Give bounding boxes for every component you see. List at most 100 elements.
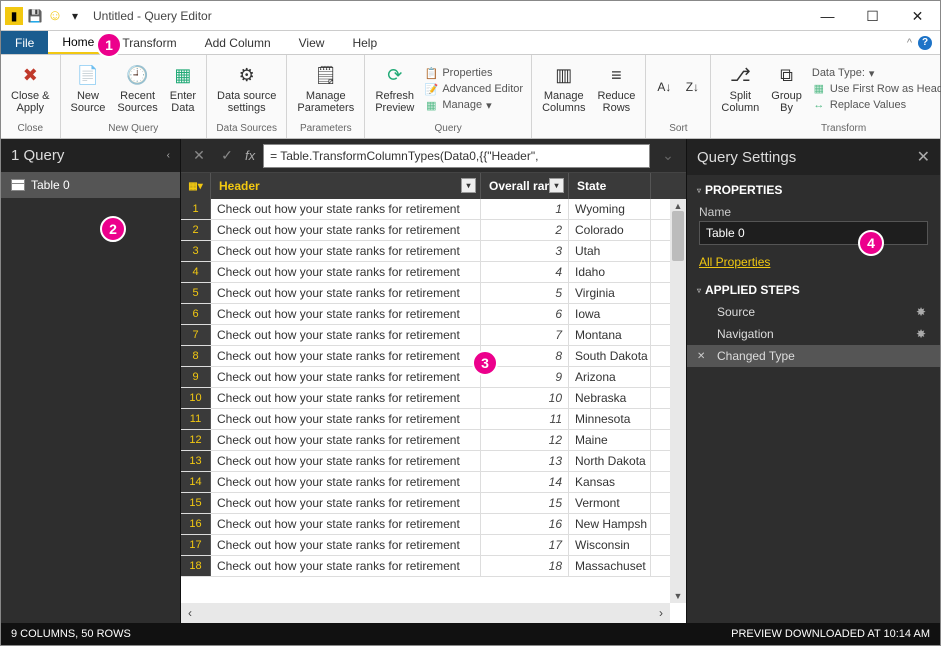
- cell-state[interactable]: Utah: [569, 241, 651, 261]
- cell-state[interactable]: Kansas: [569, 472, 651, 492]
- data-type-button[interactable]: Data Type: ▾: [808, 66, 941, 81]
- cell-state[interactable]: Vermont: [569, 493, 651, 513]
- cell-header[interactable]: Check out how your state ranks for retir…: [211, 556, 481, 576]
- vertical-scrollbar[interactable]: ▲ ▼: [670, 199, 686, 603]
- gear-icon[interactable]: ✸: [916, 305, 926, 319]
- cell-rank[interactable]: 7: [481, 325, 569, 345]
- sort-desc-button[interactable]: Z↓: [678, 57, 706, 121]
- maximize-button[interactable]: ☐: [850, 1, 895, 31]
- cell-rank[interactable]: 17: [481, 535, 569, 555]
- table-row[interactable]: 15Check out how your state ranks for ret…: [181, 493, 686, 514]
- table-row[interactable]: 9Check out how your state ranks for reti…: [181, 367, 686, 388]
- cell-header[interactable]: Check out how your state ranks for retir…: [211, 241, 481, 261]
- cell-state[interactable]: Nebraska: [569, 388, 651, 408]
- tab-file[interactable]: File: [1, 31, 48, 54]
- cell-state[interactable]: Idaho: [569, 262, 651, 282]
- replace-values-button[interactable]: ↔Replace Values: [808, 97, 941, 113]
- split-column-button[interactable]: ⎇Split Column: [715, 57, 765, 121]
- tab-help[interactable]: Help: [338, 31, 391, 54]
- scroll-thumb[interactable]: [672, 211, 684, 261]
- new-source-button[interactable]: 📄New Source: [65, 57, 112, 121]
- help-icon[interactable]: ?: [918, 36, 932, 50]
- recent-sources-button[interactable]: 🕘Recent Sources: [111, 57, 163, 121]
- formula-expand-icon[interactable]: ⌄: [658, 147, 678, 164]
- formula-cancel-icon[interactable]: ✕: [189, 147, 209, 164]
- scroll-down-icon[interactable]: ▼: [670, 589, 686, 603]
- cell-header[interactable]: Check out how your state ranks for retir…: [211, 493, 481, 513]
- gear-icon[interactable]: ✸: [916, 327, 926, 341]
- table-row[interactable]: 14Check out how your state ranks for ret…: [181, 472, 686, 493]
- table-row[interactable]: 16Check out how your state ranks for ret…: [181, 514, 686, 535]
- grid-corner-icon[interactable]: ▦▾: [181, 173, 211, 199]
- applied-step[interactable]: Changed Type: [687, 345, 940, 367]
- fx-icon[interactable]: fx: [245, 148, 255, 163]
- cell-header[interactable]: Check out how your state ranks for retir…: [211, 514, 481, 534]
- first-row-headers-button[interactable]: ▦Use First Row as Headers ▾: [808, 81, 941, 97]
- cell-rank[interactable]: 15: [481, 493, 569, 513]
- cell-rank[interactable]: 4: [481, 262, 569, 282]
- cell-header[interactable]: Check out how your state ranks for retir…: [211, 304, 481, 324]
- table-row[interactable]: 13Check out how your state ranks for ret…: [181, 451, 686, 472]
- cell-state[interactable]: New Hampsh: [569, 514, 651, 534]
- close-apply-button[interactable]: ✖Close & Apply: [5, 57, 56, 121]
- scroll-left-icon[interactable]: ‹: [181, 606, 199, 620]
- manage-button[interactable]: ▦Manage ▾: [420, 97, 527, 113]
- cell-rank[interactable]: 10: [481, 388, 569, 408]
- close-settings-icon[interactable]: ✕: [917, 147, 930, 167]
- cell-header[interactable]: Check out how your state ranks for retir…: [211, 367, 481, 387]
- applied-step[interactable]: Navigation✸: [687, 323, 940, 345]
- table-row[interactable]: 18Check out how your state ranks for ret…: [181, 556, 686, 577]
- cell-header[interactable]: Check out how your state ranks for retir…: [211, 451, 481, 471]
- table-row[interactable]: 5Check out how your state ranks for reti…: [181, 283, 686, 304]
- cell-header[interactable]: Check out how your state ranks for retir…: [211, 409, 481, 429]
- cell-state[interactable]: Massachuset: [569, 556, 651, 576]
- cell-state[interactable]: Wisconsin: [569, 535, 651, 555]
- table-row[interactable]: 2Check out how your state ranks for reti…: [181, 220, 686, 241]
- manage-parameters-button[interactable]: 🗒Manage Parameters: [291, 57, 360, 121]
- cell-state[interactable]: Virginia: [569, 283, 651, 303]
- collapse-ribbon-icon[interactable]: ^: [907, 37, 912, 49]
- cell-header[interactable]: Check out how your state ranks for retir…: [211, 388, 481, 408]
- table-row[interactable]: 7Check out how your state ranks for reti…: [181, 325, 686, 346]
- cell-state[interactable]: Colorado: [569, 220, 651, 240]
- cell-rank[interactable]: 14: [481, 472, 569, 492]
- save-icon[interactable]: 💾: [27, 8, 43, 24]
- cell-state[interactable]: Minnesota: [569, 409, 651, 429]
- horizontal-scrollbar[interactable]: ‹ ›: [181, 603, 670, 623]
- cell-header[interactable]: Check out how your state ranks for retir…: [211, 262, 481, 282]
- properties-section-title[interactable]: ▿PROPERTIES: [687, 175, 940, 201]
- cell-header[interactable]: Check out how your state ranks for retir…: [211, 472, 481, 492]
- applied-steps-section-title[interactable]: ▿APPLIED STEPS: [687, 275, 940, 301]
- cell-rank[interactable]: 2: [481, 220, 569, 240]
- data-source-settings-button[interactable]: ⚙Data source settings: [211, 57, 282, 121]
- cell-state[interactable]: North Dakota: [569, 451, 651, 471]
- cell-state[interactable]: Iowa: [569, 304, 651, 324]
- advanced-editor-button[interactable]: 📝Advanced Editor: [420, 81, 527, 97]
- cell-rank[interactable]: 18: [481, 556, 569, 576]
- cell-header[interactable]: Check out how your state ranks for retir…: [211, 283, 481, 303]
- manage-columns-button[interactable]: ▥Manage Columns: [536, 57, 591, 121]
- cell-state[interactable]: Montana: [569, 325, 651, 345]
- table-row[interactable]: 8Check out how your state ranks for reti…: [181, 346, 686, 367]
- cell-rank[interactable]: 11: [481, 409, 569, 429]
- filter-dropdown-icon[interactable]: ▾: [549, 178, 564, 193]
- close-button[interactable]: ✕: [895, 1, 940, 31]
- table-row[interactable]: 11Check out how your state ranks for ret…: [181, 409, 686, 430]
- qat-dropdown-icon[interactable]: ▾: [67, 8, 83, 24]
- cell-state[interactable]: Arizona: [569, 367, 651, 387]
- table-row[interactable]: 1Check out how your state ranks for reti…: [181, 199, 686, 220]
- cell-rank[interactable]: 13: [481, 451, 569, 471]
- cell-header[interactable]: Check out how your state ranks for retir…: [211, 430, 481, 450]
- cell-rank[interactable]: 3: [481, 241, 569, 261]
- query-name-input[interactable]: [699, 221, 928, 245]
- formula-input[interactable]: = Table.TransformColumnTypes(Data0,{{"He…: [263, 144, 650, 168]
- filter-dropdown-icon[interactable]: ▾: [461, 178, 476, 193]
- all-properties-link[interactable]: All Properties: [687, 249, 940, 275]
- collapse-panel-icon[interactable]: ‹: [167, 150, 170, 161]
- table-row[interactable]: 6Check out how your state ranks for reti…: [181, 304, 686, 325]
- applied-step[interactable]: Source✸: [687, 301, 940, 323]
- scroll-right-icon[interactable]: ›: [652, 606, 670, 620]
- tab-view[interactable]: View: [285, 31, 339, 54]
- properties-button[interactable]: 📋Properties: [420, 65, 527, 81]
- reduce-rows-button[interactable]: ≡Reduce Rows: [591, 57, 641, 121]
